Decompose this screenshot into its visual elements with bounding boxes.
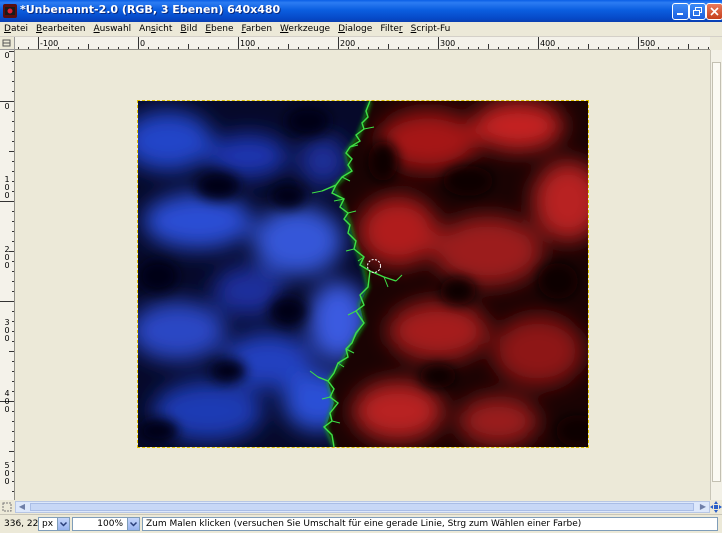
menu-item-8[interactable]: Dialoge [334, 24, 376, 34]
horizontal-scrollbar[interactable]: ◀ ▶ [15, 501, 710, 513]
menu-item-7[interactable]: Werkzeuge [276, 24, 334, 34]
h-ruler-label: 400 [540, 39, 555, 48]
title-bar[interactable]: *Unbenannt-2.0 (RGB, 3 Ebenen) 640x480 [0, 0, 722, 22]
menu-item-1[interactable]: Bearbeiten [32, 24, 89, 34]
close-button[interactable] [706, 3, 722, 20]
status-bar: 336, 227 px 100% Zum Malen klicken (vers… [0, 514, 722, 533]
h-ruler-label: 100 [240, 39, 255, 48]
menubar: Datei Bearbeiten Auswahl Ansicht Bild Ebene Fa… [0, 22, 722, 37]
close-icon [710, 7, 719, 16]
menu-item-9[interactable]: Filter [376, 24, 406, 34]
v-ruler-label: 0 [4, 102, 10, 111]
navigate-icon[interactable] [710, 500, 722, 514]
menu-item-5[interactable]: Ebene [201, 24, 237, 34]
unit-dropdown-button[interactable] [57, 518, 69, 530]
h-ruler-label: -100 [40, 39, 58, 48]
menu-item-0[interactable]: Datei [0, 24, 32, 34]
v-ruler-label: 3 0 0 [4, 318, 10, 343]
ruler-corner[interactable] [0, 37, 15, 50]
h-ruler-label: 500 [640, 39, 655, 48]
horizontal-scroll-thumb[interactable] [30, 503, 694, 511]
menu-item-3[interactable]: Ansicht [135, 24, 176, 34]
v-ruler-label: 1 0 0 [4, 175, 10, 200]
minimize-button[interactable] [672, 3, 689, 20]
vertical-scrollbar[interactable] [710, 50, 722, 500]
menu-item-4[interactable]: Bild [176, 24, 201, 34]
maximize-button[interactable] [689, 3, 706, 20]
horizontal-ruler[interactable]: -100010020030040050060070080 [15, 37, 710, 50]
scroll-right-icon[interactable]: ▶ [697, 502, 709, 512]
minimize-icon [677, 13, 683, 15]
ruler-end [710, 37, 722, 50]
quickmask-icon [2, 39, 11, 47]
chevron-down-icon [129, 521, 138, 527]
unit-value: px [42, 519, 54, 529]
canvas-area[interactable] [15, 50, 710, 500]
h-ruler-label: 0 [140, 39, 145, 48]
h-ruler-label: 300 [440, 39, 455, 48]
v-ruler-label: 2 0 0 [4, 245, 10, 270]
vertical-scroll-thumb[interactable] [712, 62, 721, 482]
window-title: *Unbenannt-2.0 (RGB, 3 Ebenen) 640x480 [20, 3, 281, 16]
chevron-down-icon [59, 521, 68, 527]
menu-item-10[interactable]: Script-Fu [407, 24, 455, 34]
image-canvas[interactable] [137, 100, 589, 448]
bottom-scroll-row: ◀ ▶ [0, 500, 722, 514]
plasma-image [138, 101, 588, 447]
menu-item-2[interactable]: Auswahl [90, 24, 136, 34]
status-message: Zum Malen klicken (versuchen Sie Umschal… [142, 517, 718, 531]
zoom-dropdown-button[interactable] [127, 518, 139, 530]
quick-mask-toggle-icon[interactable] [0, 500, 15, 514]
zoom-select[interactable]: 100% [72, 517, 140, 531]
v-ruler-label: 0 [4, 51, 10, 60]
menu-item-6[interactable]: Farben [238, 24, 277, 34]
restore-icon [693, 7, 702, 16]
vertical-ruler[interactable]: 0 0 1 0 0 2 0 0 3 0 0 4 0 0 5 0 0 [0, 50, 15, 500]
unit-select[interactable]: px [38, 517, 70, 531]
scroll-left-icon[interactable]: ◀ [16, 502, 28, 512]
v-ruler-label: 5 0 0 [4, 461, 10, 486]
v-ruler-label: 4 0 0 [4, 389, 10, 414]
gimp-app-icon[interactable] [3, 4, 17, 18]
zoom-value: 100% [97, 519, 123, 529]
h-ruler-label: 200 [340, 39, 355, 48]
